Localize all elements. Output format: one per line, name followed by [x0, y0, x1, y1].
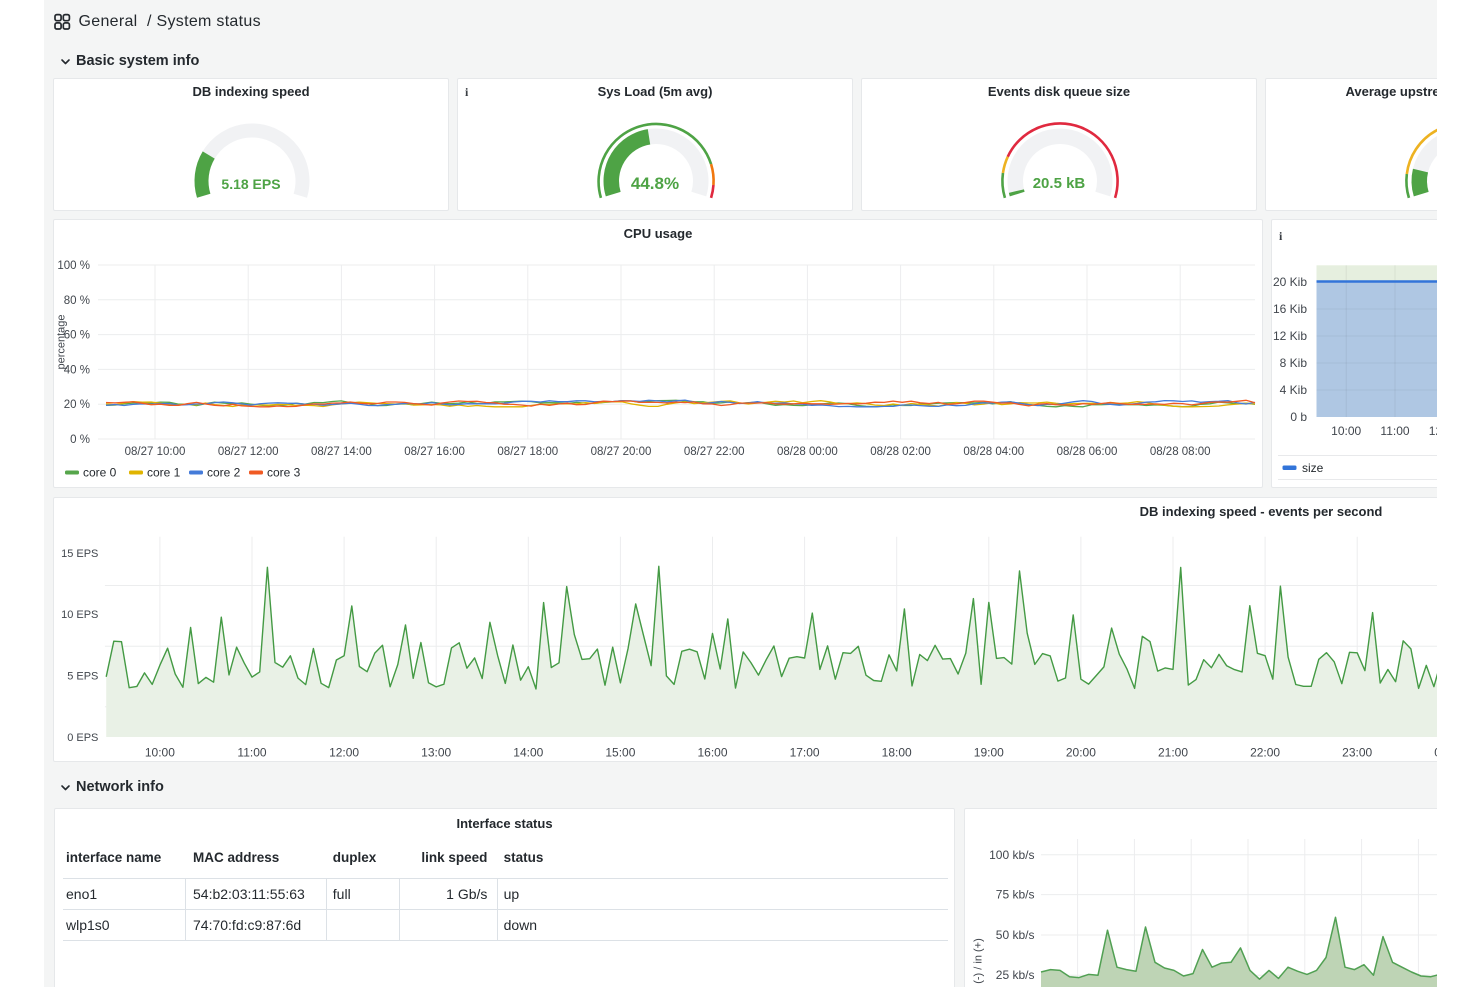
svg-text:22:00: 22:00 [1250, 746, 1280, 760]
svg-text:60 %: 60 % [64, 330, 90, 342]
svg-text:00:00: 00:00 [1434, 746, 1437, 760]
svg-text:14:00: 14:00 [513, 746, 543, 760]
svg-text:12:00: 12:00 [329, 746, 359, 760]
svg-text:12:00: 12:00 [1429, 424, 1437, 438]
svg-text:75 kb/s: 75 kb/s [995, 888, 1034, 902]
svg-text:08/28 00:00: 08/28 00:00 [777, 446, 838, 458]
svg-text:08/27 16:00: 08/27 16:00 [404, 446, 465, 458]
svg-text:20 %: 20 % [64, 399, 90, 411]
svg-text:100 kb/s: 100 kb/s [989, 848, 1034, 862]
svg-text:08/27 20:00: 08/27 20:00 [591, 446, 652, 458]
svg-text:23:00: 23:00 [1342, 746, 1372, 760]
svg-text:core 2: core 2 [207, 466, 241, 480]
svg-text:(-) / in (+): (-) / in (+) [972, 938, 984, 984]
svg-text:08/27 18:00: 08/27 18:00 [497, 446, 558, 458]
svg-text:40 %: 40 % [64, 364, 90, 376]
svg-text:11:00: 11:00 [1380, 424, 1409, 438]
svg-text:16:00: 16:00 [697, 746, 727, 760]
svg-text:12 Kib: 12 Kib [1273, 329, 1307, 343]
svg-text:0 b: 0 b [1290, 410, 1307, 424]
svg-text:11:00: 11:00 [237, 746, 266, 760]
svg-text:core 3: core 3 [267, 466, 301, 480]
svg-text:100 %: 100 % [57, 260, 90, 272]
svg-text:18:00: 18:00 [882, 746, 912, 760]
svg-text:19:00: 19:00 [974, 746, 1004, 760]
svg-text:50 kb/s: 50 kb/s [995, 928, 1034, 942]
svg-text:15:00: 15:00 [605, 746, 635, 760]
svg-text:5 EPS: 5 EPS [67, 671, 98, 683]
svg-text:08/27 22:00: 08/27 22:00 [684, 446, 745, 458]
svg-text:10:00: 10:00 [145, 746, 175, 760]
svg-text:16 Kib: 16 Kib [1273, 302, 1307, 316]
svg-text:25 kb/s: 25 kb/s [995, 968, 1034, 982]
svg-text:13:00: 13:00 [421, 746, 451, 760]
svg-text:0 EPS: 0 EPS [67, 732, 98, 744]
svg-text:core 1: core 1 [147, 466, 181, 480]
svg-text:21:00: 21:00 [1158, 746, 1188, 760]
svg-text:08/27 12:00: 08/27 12:00 [218, 446, 279, 458]
svg-text:17:00: 17:00 [790, 746, 820, 760]
svg-text:20:00: 20:00 [1066, 746, 1096, 760]
svg-text:4 Kib: 4 Kib [1280, 383, 1308, 397]
svg-text:08/28 06:00: 08/28 06:00 [1057, 446, 1118, 458]
svg-text:8 Kib: 8 Kib [1280, 356, 1308, 370]
svg-text:10:00: 10:00 [1331, 424, 1361, 438]
svg-text:percentage: percentage [56, 314, 68, 369]
svg-text:08/27 10:00: 08/27 10:00 [125, 446, 186, 458]
svg-text:08/27 14:00: 08/27 14:00 [311, 446, 372, 458]
svg-text:10 EPS: 10 EPS [61, 609, 98, 621]
svg-text:0 %: 0 % [70, 434, 90, 446]
svg-text:15 EPS: 15 EPS [61, 548, 98, 560]
svg-text:80 %: 80 % [64, 295, 90, 307]
svg-text:08/28 08:00: 08/28 08:00 [1150, 446, 1211, 458]
svg-text:core 0: core 0 [83, 466, 117, 480]
svg-text:20 Kib: 20 Kib [1273, 275, 1307, 289]
svg-text:08/28 02:00: 08/28 02:00 [870, 446, 931, 458]
svg-text:08/28 04:00: 08/28 04:00 [963, 446, 1024, 458]
svg-text:size: size [1302, 461, 1324, 475]
